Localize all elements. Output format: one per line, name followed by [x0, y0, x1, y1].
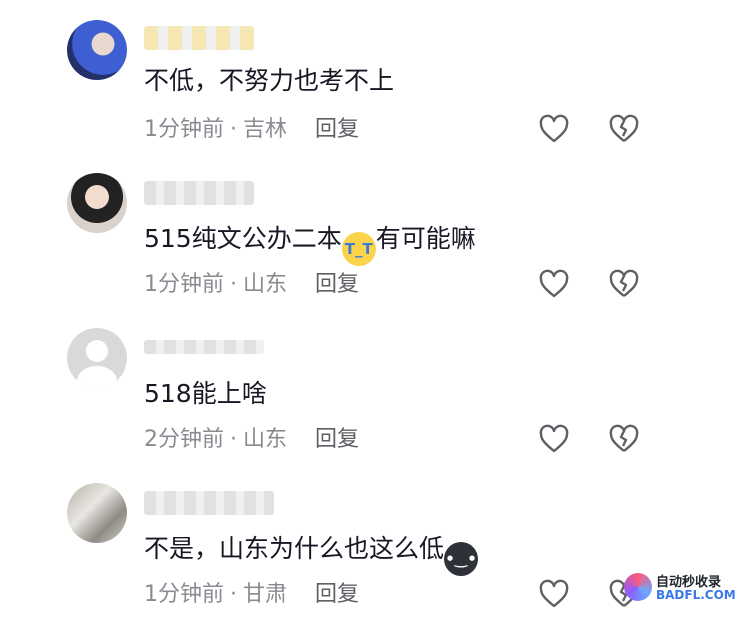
comment-location: 吉林 [243, 117, 288, 142]
separator-dot: · [230, 427, 237, 452]
comment-meta: 1分钟前 · 吉林 回复 [144, 116, 359, 144]
username-blurred[interactable] [144, 491, 274, 515]
broken-heart-icon [609, 424, 639, 452]
username-blurred[interactable] [144, 181, 254, 205]
watermark-site: BADFL.COM [656, 588, 736, 602]
dislike-button[interactable] [608, 424, 640, 454]
avatar[interactable] [67, 173, 127, 233]
comment-text: 518能上啥 [144, 379, 267, 408]
comment-time: 1分钟前 [144, 582, 224, 607]
username-blurred[interactable] [144, 340, 264, 354]
comment-text: 515纯文公办二本 T_T 有可能嘛 [144, 222, 476, 266]
reply-button[interactable]: 回复 [315, 272, 359, 297]
comment-meta: 2分钟前 · 山东 回复 [144, 426, 359, 454]
separator-dot: · [230, 582, 237, 607]
avatar[interactable] [67, 20, 127, 80]
dislike-button[interactable] [608, 269, 640, 299]
comment-item: 515纯文公办二本 T_T 有可能嘛 1分钟前 · 山东 回复 [0, 155, 752, 310]
reply-button[interactable]: 回复 [315, 117, 359, 142]
comment-location: 山东 [243, 427, 288, 452]
like-button[interactable] [538, 114, 570, 144]
avatar[interactable] [67, 328, 127, 388]
broken-heart-icon [609, 114, 639, 142]
comment-location: 山东 [243, 272, 288, 297]
dark-face-icon: •‿• [444, 542, 479, 576]
comment-item: 不低，不努力也考不上 1分钟前 · 吉林 回复 [0, 0, 752, 155]
comment-location: 甘肃 [243, 582, 288, 607]
comment-item: 518能上啥 2分钟前 · 山东 回复 [0, 310, 752, 465]
heart-outline-icon [539, 579, 569, 608]
like-button[interactable] [538, 579, 570, 609]
like-button[interactable] [538, 269, 570, 299]
heart-outline-icon [539, 269, 569, 298]
dislike-button[interactable] [608, 114, 640, 144]
like-button[interactable] [538, 424, 570, 454]
watermark: 自动秒收录 BADFL.COM [624, 571, 736, 607]
separator-dot: · [230, 272, 237, 297]
heart-outline-icon [539, 424, 569, 453]
comment-meta: 1分钟前 · 山东 回复 [144, 271, 359, 299]
loudly-crying-face-icon: T_T [341, 232, 376, 266]
separator-dot: · [230, 117, 237, 142]
reply-button[interactable]: 回复 [315, 582, 359, 607]
broken-heart-icon [609, 269, 639, 297]
reply-button[interactable]: 回复 [315, 427, 359, 452]
comment-time: 1分钟前 [144, 117, 224, 142]
username-blurred[interactable] [144, 26, 254, 50]
comment-time: 2分钟前 [144, 427, 224, 452]
comment-meta: 1分钟前 · 甘肃 回复 [144, 581, 359, 609]
comment-text: 不是，山东为什么也这么低•‿• [144, 532, 479, 576]
heart-outline-icon [539, 114, 569, 143]
avatar[interactable] [67, 483, 127, 543]
comment-time: 1分钟前 [144, 272, 224, 297]
comment-text: 不低，不努力也考不上 [144, 66, 395, 95]
watermark-logo-icon [624, 573, 652, 601]
